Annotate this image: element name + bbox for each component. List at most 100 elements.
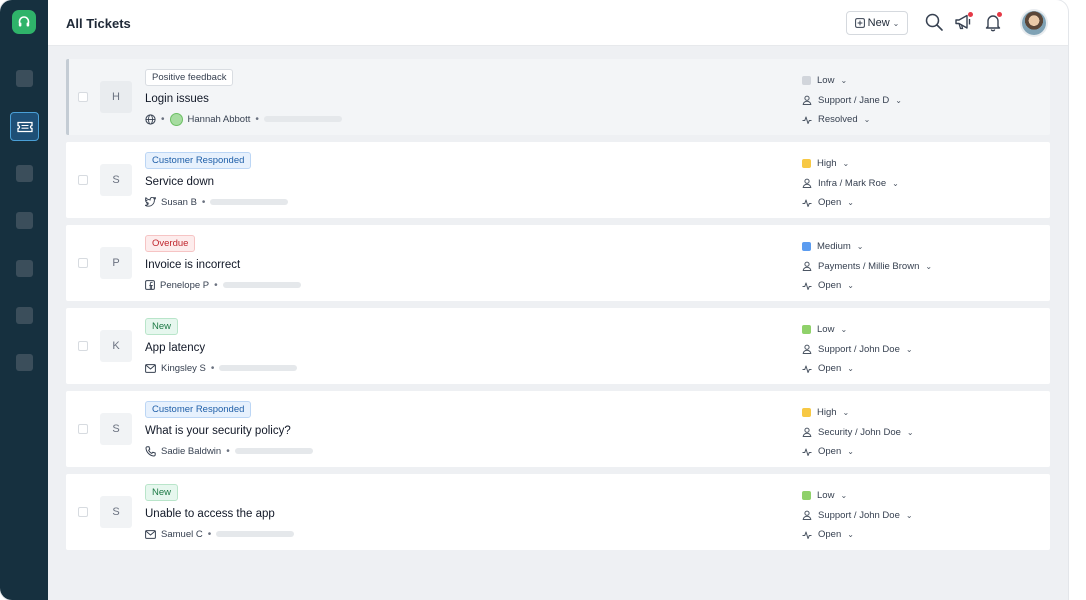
requester-name[interactable]: Sadie Baldwin: [161, 446, 221, 457]
ticket-subject[interactable]: Service down: [145, 176, 214, 188]
sidebar-item-1[interactable]: [16, 70, 33, 87]
ticket-status-tag: Customer Responded: [145, 401, 252, 418]
ticket-row[interactable]: S New Unable to access the app Samuel C …: [66, 474, 1050, 550]
ticket-meta: • Hannah Abbott •: [145, 112, 342, 126]
ticket-checkbox[interactable]: [78, 341, 88, 351]
ticket-checkbox[interactable]: [78, 92, 88, 102]
group-agent-dropdown[interactable]: Support / Jane D ⌄: [802, 91, 1002, 111]
priority-dropdown[interactable]: Low ⌄: [802, 320, 1002, 340]
priority-swatch: [802, 408, 811, 418]
status-dropdown[interactable]: Open ⌄: [802, 193, 1002, 213]
chevron-down-icon: ⌄: [842, 408, 850, 418]
chevron-down-icon: ⌄: [847, 530, 854, 540]
ticket-meta: Samuel C •: [145, 527, 295, 541]
requester-initial: S: [100, 496, 132, 528]
ticket-row[interactable]: S Customer Responded What is your securi…: [66, 391, 1050, 467]
requester-name[interactable]: Penelope P: [160, 280, 209, 291]
ticket-row[interactable]: S Customer Responded Service down Susan …: [66, 142, 1050, 218]
person-icon: [802, 178, 812, 189]
requester-name[interactable]: Samuel C: [161, 529, 203, 540]
priority-dropdown[interactable]: High ⌄: [802, 154, 1002, 174]
ticket-row[interactable]: K New App latency Kingsley S • Low ⌄ Sup…: [66, 308, 1050, 384]
ticket-meta: Susan B •: [145, 195, 289, 209]
ticket-status-tag: Positive feedback: [145, 69, 234, 86]
status-dropdown[interactable]: Resolved ⌄: [802, 110, 1002, 130]
group-agent-dropdown[interactable]: Support / John Doe ⌄: [802, 506, 1002, 526]
status-dropdown[interactable]: Open ⌄: [802, 525, 1002, 545]
smiley-face-icon: [169, 112, 183, 126]
person-icon: [802, 261, 812, 272]
chevron-down-icon: ⌄: [895, 95, 902, 105]
meta-separator: •: [214, 279, 218, 291]
requester-name[interactable]: Kingsley S: [161, 363, 206, 374]
priority-swatch: [802, 242, 811, 252]
priority-dropdown[interactable]: Low ⌄: [802, 71, 1002, 91]
status-dropdown[interactable]: Open ⌄: [802, 276, 1002, 296]
group-agent-label: Support / Jane D: [818, 94, 890, 106]
group-agent-dropdown[interactable]: Payments / Millie Brown ⌄: [802, 257, 1002, 277]
requester-name[interactable]: Hannah Abbott: [188, 114, 251, 125]
sidebar-item-6[interactable]: [16, 307, 33, 324]
activity-icon: [802, 115, 812, 125]
status-dropdown[interactable]: Open ⌄: [802, 442, 1002, 462]
group-agent-dropdown[interactable]: Infra / Mark Roe ⌄: [802, 174, 1002, 194]
chevron-down-icon: ⌄: [892, 178, 899, 188]
ticket-checkbox[interactable]: [78, 424, 88, 434]
status-dropdown[interactable]: Open ⌄: [802, 359, 1002, 379]
status-label: Open: [818, 529, 842, 541]
priority-label: Low: [817, 490, 835, 502]
ticket-checkbox[interactable]: [78, 507, 88, 517]
globe-icon: [145, 113, 156, 125]
requester-name[interactable]: Susan B: [161, 197, 197, 208]
person-icon: [802, 344, 812, 355]
ticket-row[interactable]: H Positive feedback Login issues • Hanna…: [66, 59, 1050, 135]
plus-square-icon: [854, 18, 865, 28]
group-agent-dropdown[interactable]: Security / John Doe ⌄: [802, 423, 1002, 443]
headset-logo-icon[interactable]: [12, 10, 36, 34]
chevron-down-icon: ⌄: [840, 76, 848, 86]
chevron-down-icon: ⌄: [905, 344, 913, 354]
sidebar-item-7[interactable]: [16, 354, 33, 371]
loading-placeholder: [219, 365, 298, 371]
requester-initial: S: [100, 164, 132, 196]
activity-icon: [802, 530, 812, 540]
sidebar-item-tickets[interactable]: [10, 112, 39, 141]
group-agent-label: Infra / Mark Roe: [818, 177, 887, 189]
priority-swatch: [802, 76, 811, 86]
priority-swatch: [802, 491, 811, 501]
new-button[interactable]: New ⌄: [846, 11, 908, 35]
priority-dropdown[interactable]: Medium ⌄: [802, 237, 1002, 257]
search-icon[interactable]: [924, 12, 944, 32]
ticket-properties: Low ⌄ Support / John Doe ⌄ Open ⌄: [802, 320, 1002, 379]
meta-separator: •: [207, 528, 212, 540]
ticket-subject[interactable]: Invoice is incorrect: [145, 259, 240, 271]
ticket-subject[interactable]: Login issues: [145, 93, 209, 105]
sidebar-item-3[interactable]: [16, 165, 33, 182]
status-label: Resolved: [818, 114, 858, 126]
twitter-icon: [145, 197, 156, 207]
chevron-down-icon: ⌄: [847, 198, 854, 208]
requester-initial: K: [100, 330, 132, 362]
meta-separator: •: [210, 362, 215, 374]
priority-dropdown[interactable]: High ⌄: [802, 403, 1002, 423]
priority-label: High: [817, 407, 837, 419]
ticket-meta: Penelope P •: [145, 278, 301, 292]
user-avatar[interactable]: [1022, 11, 1046, 35]
ticket-subject[interactable]: Unable to access the app: [145, 508, 275, 520]
ticket-properties: High ⌄ Infra / Mark Roe ⌄ Open ⌄: [802, 154, 1002, 213]
chevron-down-icon: ⌄: [840, 325, 848, 335]
ticket-checkbox[interactable]: [78, 258, 88, 268]
page-title: All Tickets: [66, 16, 131, 31]
group-agent-dropdown[interactable]: Support / John Doe ⌄: [802, 340, 1002, 360]
ticket-subject[interactable]: What is your security policy?: [145, 425, 291, 437]
chevron-down-icon: ⌄: [856, 242, 864, 252]
bell-icon[interactable]: [983, 12, 1003, 32]
ticket-subject[interactable]: App latency: [145, 342, 205, 354]
megaphone-icon[interactable]: [953, 12, 973, 32]
sidebar-item-5[interactable]: [16, 260, 33, 277]
ticket-properties: Low ⌄ Support / Jane D ⌄ Resolved ⌄: [802, 71, 1002, 130]
sidebar-item-4[interactable]: [16, 212, 33, 229]
ticket-checkbox[interactable]: [78, 175, 88, 185]
ticket-row[interactable]: P Overdue Invoice is incorrect Penelope …: [66, 225, 1050, 301]
priority-dropdown[interactable]: Low ⌄: [802, 486, 1002, 506]
